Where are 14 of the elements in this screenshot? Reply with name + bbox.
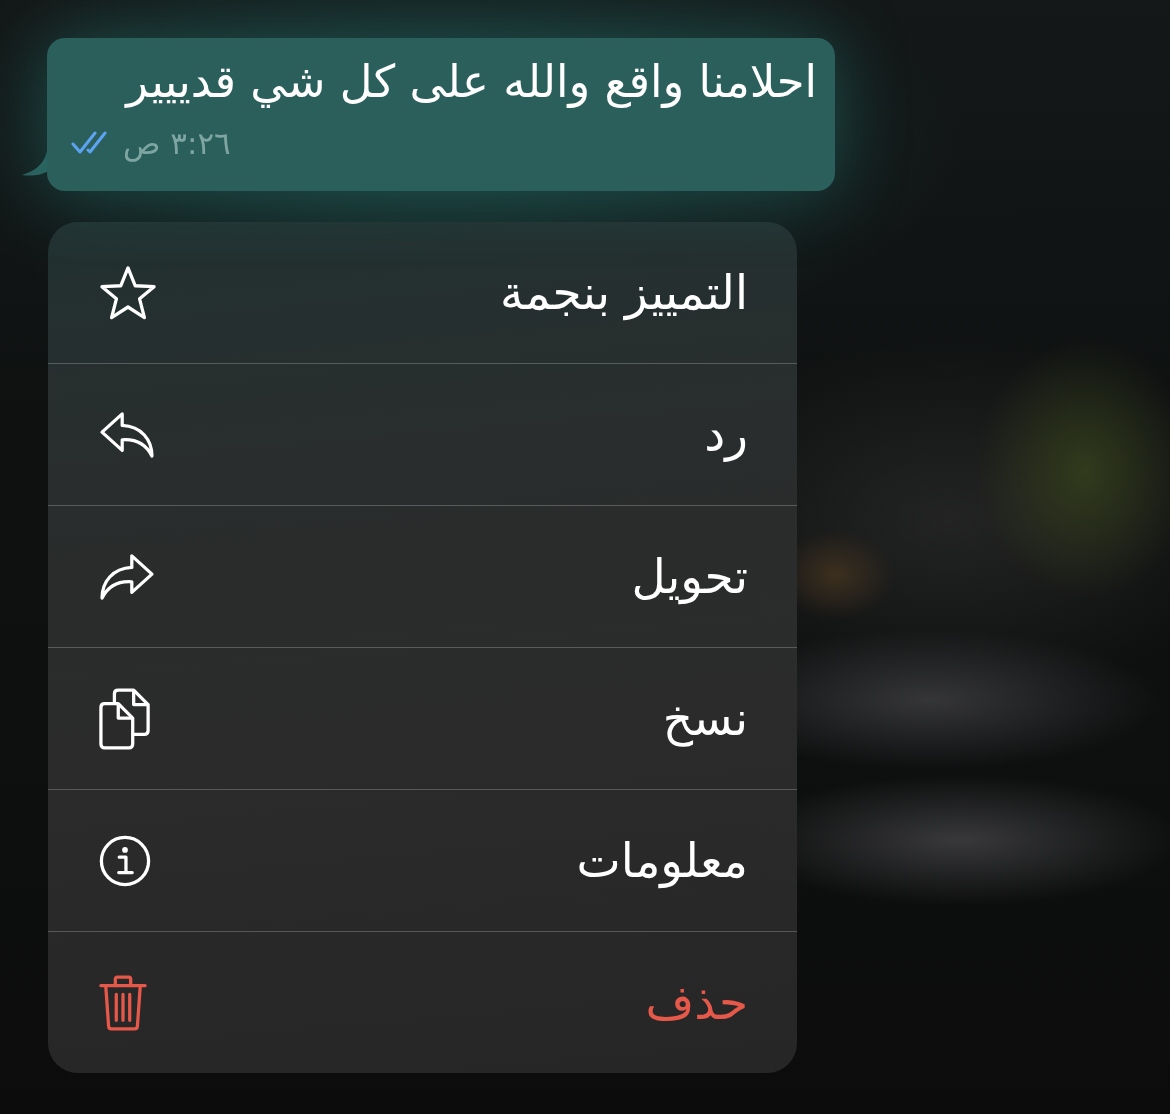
forward-icon <box>99 552 155 601</box>
menu-item[interactable]: معلومات <box>48 790 797 931</box>
menu-item[interactable]: نسخ <box>48 648 797 789</box>
menu-item[interactable]: رد <box>48 364 797 505</box>
star-icon <box>99 264 157 321</box>
menu-item[interactable]: التمييز بنجمة <box>48 222 797 363</box>
trash-icon <box>99 974 147 1031</box>
reply-icon <box>99 410 155 459</box>
copy-icon <box>99 687 151 750</box>
message-time: ٣:٢٦ ص <box>123 124 231 162</box>
menu-item[interactable]: حذف <box>48 932 797 1073</box>
info-icon <box>99 834 151 887</box>
menu-item[interactable]: تحويل <box>48 506 797 647</box>
message-text: احلامنا واقع والله على كل شي قدييير <box>126 54 817 110</box>
